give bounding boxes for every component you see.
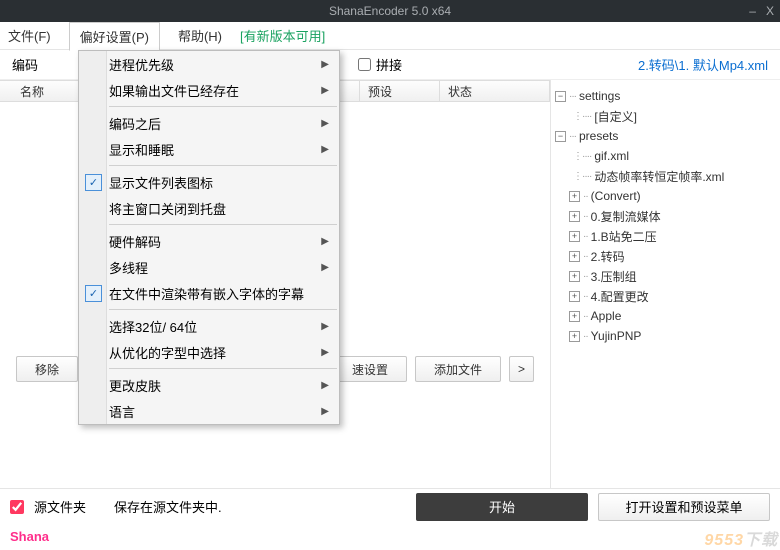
expand-icon[interactable]: + (569, 331, 580, 342)
submenu-arrow-icon: ▶ (321, 85, 329, 96)
menu-item[interactable]: 编码之后 ▶ (79, 110, 339, 136)
menu-item-label: 从优化的字型中选择 (109, 343, 226, 362)
submenu-arrow-icon: ▶ (321, 380, 329, 391)
submenu-arrow-icon: ▶ (321, 144, 329, 155)
menu-bar: 文件(F) 偏好设置(P) 帮助(H) [有新版本可用] (0, 22, 780, 50)
expand-icon[interactable]: + (569, 191, 580, 202)
more-button[interactable]: > (509, 356, 534, 382)
menu-item-label: 进程优先级 (109, 55, 174, 74)
tree-node-presets[interactable]: presets (579, 129, 618, 143)
menu-item-label: 显示文件列表图标 (109, 173, 213, 192)
tree-node-bili[interactable]: 1.B站免二压 (591, 228, 657, 245)
tree-node-gif[interactable]: gif.xml (594, 149, 629, 163)
menu-item-label: 将主窗口关闭到托盘 (109, 199, 226, 218)
minimize-button[interactable]: – (749, 4, 756, 18)
menu-item-label: 如果输出文件已经存在 (109, 81, 239, 100)
source-folder-label: 源文件夹 (34, 497, 86, 516)
menu-file[interactable]: 文件(F) (8, 26, 51, 45)
expand-icon[interactable]: + (569, 311, 580, 322)
menu-item[interactable]: ✓ 显示文件列表图标 (79, 169, 339, 195)
menu-item[interactable]: 从优化的字型中选择 ▶ (79, 339, 339, 365)
preset-tree[interactable]: −···settings ⋮····[自定义] −···presets ⋮···… (550, 80, 780, 488)
brand-label: Shana (10, 529, 49, 544)
update-notice[interactable]: [有新版本可用] (240, 26, 325, 45)
menu-item[interactable]: 如果输出文件已经存在 ▶ (79, 77, 339, 103)
remove-button[interactable]: 移除 (16, 356, 78, 382)
menu-item-label: 选择32位/ 64位 (109, 317, 197, 336)
window-title: ShanaEncoder 5.0 x64 (329, 4, 451, 18)
menu-item[interactable]: 多线程 ▶ (79, 254, 339, 280)
expand-icon[interactable]: + (569, 231, 580, 242)
add-file-button[interactable]: 添加文件 (415, 356, 501, 382)
menu-item-label: 硬件解码 (109, 232, 161, 251)
preset-path-link[interactable]: 2.转码\1. 默认Mp4.xml (638, 55, 768, 74)
submenu-arrow-icon: ▶ (321, 236, 329, 247)
menu-item[interactable]: 将主窗口关闭到托盘 (79, 195, 339, 221)
expand-icon[interactable]: + (569, 291, 580, 302)
submenu-arrow-icon: ▶ (321, 262, 329, 273)
tree-node-config[interactable]: 4.配置更改 (591, 288, 649, 305)
menu-item[interactable]: 语言 ▶ (79, 398, 339, 424)
source-folder-checkbox[interactable] (10, 500, 24, 514)
menu-item[interactable]: 选择32位/ 64位 ▶ (79, 313, 339, 339)
tree-node-transcode[interactable]: 2.转码 (591, 248, 625, 265)
menu-item[interactable]: ✓ 在文件中渲染带有嵌入字体的字幕 (79, 280, 339, 306)
menu-item-label: 编码之后 (109, 114, 161, 133)
submenu-arrow-icon: ▶ (321, 321, 329, 332)
col-preset[interactable]: 预设 (360, 81, 440, 101)
expand-icon[interactable]: + (569, 271, 580, 282)
tree-node-dyn[interactable]: 动态帧率转恒定帧率.xml (594, 168, 724, 185)
submenu-arrow-icon: ▶ (321, 59, 329, 70)
tree-node-settings[interactable]: settings (579, 89, 620, 103)
submenu-arrow-icon: ▶ (321, 347, 329, 358)
splice-label: 拼接 (376, 55, 402, 74)
menu-item-label: 语言 (109, 402, 135, 421)
quick-settings-button[interactable]: 速设置 (333, 356, 407, 382)
check-icon: ✓ (85, 285, 102, 302)
menu-item-label: 更改皮肤 (109, 376, 161, 395)
collapse-icon[interactable]: − (555, 91, 566, 102)
tree-node-compress[interactable]: 3.压制组 (591, 268, 637, 285)
footer-bar: 源文件夹 保存在源文件夹中. 开始 打开设置和预设菜单 (0, 488, 780, 524)
splice-checkbox-group: 拼接 (358, 55, 402, 74)
tab-encoding[interactable]: 编码 (12, 55, 38, 74)
open-settings-button[interactable]: 打开设置和预设菜单 (598, 493, 770, 521)
submenu-arrow-icon: ▶ (321, 118, 329, 129)
menu-item[interactable]: 进程优先级 ▶ (79, 51, 339, 77)
col-status[interactable]: 状态 (440, 81, 550, 101)
preferences-menu: 进程优先级 ▶ 如果输出文件已经存在 ▶ 编码之后 ▶ 显示和睡眠 ▶ ✓ 显示文件列表图标将主窗… (78, 50, 340, 425)
watermark: 9553下载 (704, 526, 778, 550)
expand-icon[interactable]: + (569, 251, 580, 262)
tree-node-custom[interactable]: [自定义] (594, 108, 637, 125)
collapse-icon[interactable]: − (555, 131, 566, 142)
start-button[interactable]: 开始 (416, 493, 588, 521)
title-bar: ShanaEncoder 5.0 x64 – X (0, 0, 780, 22)
check-icon: ✓ (85, 174, 102, 191)
splice-checkbox[interactable] (358, 58, 371, 71)
menu-item-label: 多线程 (109, 258, 148, 277)
menu-item-label: 在文件中渲染带有嵌入字体的字幕 (109, 284, 304, 303)
save-location-label: 保存在源文件夹中. (114, 497, 222, 516)
menu-item[interactable]: 更改皮肤 ▶ (79, 372, 339, 398)
menu-item-label: 显示和睡眠 (109, 140, 174, 159)
submenu-arrow-icon: ▶ (321, 406, 329, 417)
status-bar: Shana (0, 524, 780, 548)
menu-item[interactable]: 硬件解码 ▶ (79, 228, 339, 254)
tree-node-convert[interactable]: (Convert) (591, 189, 641, 203)
expand-icon[interactable]: + (569, 211, 580, 222)
menu-preferences[interactable]: 偏好设置(P) (69, 22, 160, 51)
tree-node-apple[interactable]: Apple (591, 309, 622, 323)
menu-item[interactable]: 显示和睡眠 ▶ (79, 136, 339, 162)
tree-node-yujin[interactable]: YujinPNP (591, 329, 642, 343)
close-button[interactable]: X (766, 4, 774, 18)
tree-node-copy[interactable]: 0.复制流媒体 (591, 208, 661, 225)
menu-help[interactable]: 帮助(H) (178, 26, 222, 45)
